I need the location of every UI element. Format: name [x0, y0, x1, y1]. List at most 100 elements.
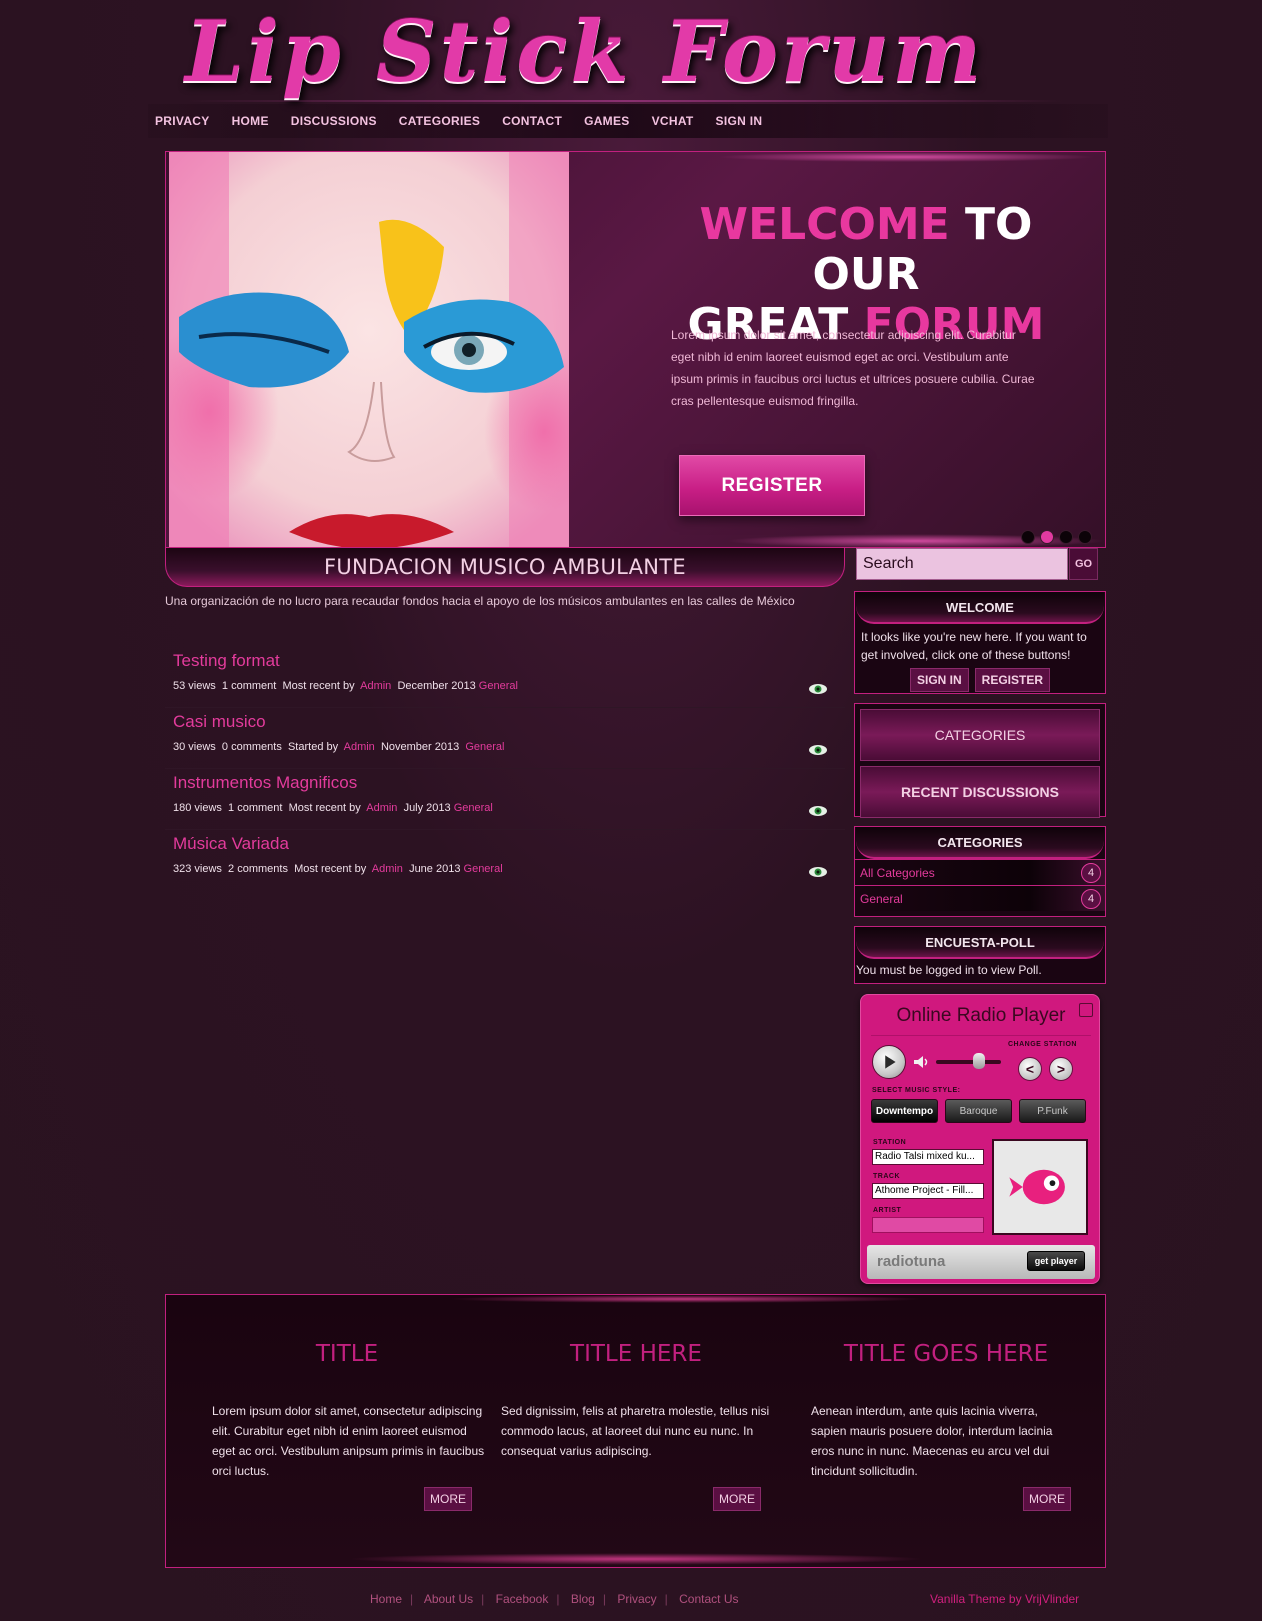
discussion-author[interactable]: Admin — [344, 741, 375, 753]
section-description: Una organización de no lucro para recaud… — [165, 594, 795, 608]
artist-label: ARTIST — [873, 1207, 902, 1214]
style-downtempo-button[interactable]: Downtempo — [871, 1099, 938, 1123]
sidebar-register-button[interactable]: REGISTER — [974, 668, 1050, 692]
nav-privacy[interactable]: PRIVACY — [155, 114, 210, 128]
category-row[interactable]: General 4 — [855, 885, 1105, 911]
slider-dot-1[interactable] — [1021, 530, 1035, 544]
discussion-author[interactable]: Admin — [372, 863, 403, 875]
welcome-box-title: WELCOME — [856, 592, 1104, 624]
discussion-category[interactable]: General — [465, 741, 504, 753]
sidebar-sign-in-button[interactable]: SIGN IN — [909, 668, 969, 692]
feature-text: Sed dignissim, felis at pharetra molesti… — [501, 1404, 770, 1458]
nav-sign-in[interactable]: SIGN IN — [716, 114, 763, 128]
slider-dot-3[interactable] — [1059, 530, 1073, 544]
discussion-author[interactable]: Admin — [360, 680, 391, 692]
eye-icon[interactable] — [808, 866, 828, 878]
radio-player: Online Radio Player CHANGE STATION < > S… — [860, 994, 1100, 1284]
discussion-category[interactable]: General — [479, 680, 518, 692]
discussion-meta: 323 views 2 comments Most recent by Admi… — [173, 863, 503, 875]
discussion-comments: 1 comment — [221, 680, 277, 692]
get-player-button[interactable]: get player — [1027, 1251, 1085, 1271]
section-title: FUNDACION MUSICO AMBULANTE — [323, 555, 687, 579]
category-row[interactable]: All Categories 4 — [855, 859, 1105, 885]
discussion-title[interactable]: Música Variada — [173, 834, 289, 854]
volume-icon[interactable] — [913, 1055, 931, 1069]
play-button[interactable] — [872, 1045, 906, 1079]
slider-dots — [1021, 530, 1092, 544]
slider-dot-2[interactable] — [1040, 530, 1054, 544]
category-count-badge: 4 — [1081, 862, 1101, 883]
discussion-category[interactable]: General — [464, 863, 503, 875]
hero-register-button[interactable]: REGISTER — [679, 455, 865, 516]
style-pfunk-button[interactable]: P.Funk — [1019, 1099, 1086, 1123]
features-glow — [446, 1295, 926, 1303]
theme-credit[interactable]: Vanilla Theme by VrijVlinder — [930, 1592, 1079, 1606]
nav-vchat[interactable]: VCHAT — [652, 114, 694, 128]
eye-icon[interactable] — [808, 805, 828, 817]
footer-link-home[interactable]: Home — [370, 1592, 402, 1606]
radio-footer: radiotuna get player — [867, 1245, 1095, 1279]
categories-button[interactable]: CATEGORIES — [860, 709, 1100, 761]
discussion-recent-label: Most recent by — [294, 863, 367, 875]
nav-home[interactable]: HOME — [232, 114, 269, 128]
select-style-label: SELECT MUSIC STYLE: — [872, 1087, 961, 1094]
discussion-title[interactable]: Instrumentos Magnificos — [173, 773, 357, 793]
discussion-recent-label: Most recent by — [288, 802, 361, 814]
slider-dot-4[interactable] — [1078, 530, 1092, 544]
discussion-date: June 2013 — [409, 863, 461, 875]
recent-discussions-button[interactable]: RECENT DISCUSSIONS — [860, 766, 1100, 818]
nav-categories[interactable]: CATEGORIES — [399, 114, 480, 128]
footer-link-about[interactable]: About Us — [424, 1592, 473, 1606]
nav-contact[interactable]: CONTACT — [502, 114, 562, 128]
footer-link-contact[interactable]: Contact Us — [679, 1592, 738, 1606]
volume-slider-knob[interactable] — [973, 1053, 985, 1069]
poll-text: You must be logged in to view Poll. — [856, 963, 1042, 977]
site-logo[interactable]: Lip Stick Forum — [185, 4, 1085, 100]
discussion-comments: 1 comment — [228, 802, 283, 814]
section-banner: FUNDACION MUSICO AMBULANTE — [165, 548, 845, 587]
album-art — [992, 1139, 1088, 1235]
category-label[interactable]: All Categories — [860, 866, 935, 880]
discussion-category[interactable]: General — [454, 802, 493, 814]
features-panel: TITLE Lorem ipsum dolor sit amet, consec… — [165, 1294, 1106, 1568]
hero-image — [169, 152, 569, 547]
footer-link-blog[interactable]: Blog — [571, 1592, 595, 1606]
category-count-badge: 4 — [1081, 888, 1101, 909]
radiotuna-logo[interactable]: radiotuna — [877, 1253, 945, 1270]
poll-box: ENCUESTA-POLL You must be logged in to v… — [854, 926, 1106, 984]
footer-link-privacy[interactable]: Privacy — [617, 1592, 656, 1606]
discussion-views: 180 views — [173, 802, 222, 814]
quick-links-box: CATEGORIES RECENT DISCUSSIONS — [854, 703, 1106, 818]
discussion-views: 53 views — [173, 680, 216, 692]
feature-more-button[interactable]: MORE — [713, 1487, 761, 1511]
play-icon — [885, 1055, 896, 1069]
discussion-title[interactable]: Casi musico — [173, 712, 266, 732]
discussion-comments: 0 comments — [221, 741, 282, 753]
nav-discussions[interactable]: DISCUSSIONS — [291, 114, 377, 128]
features-glow-bottom — [346, 1553, 926, 1565]
style-baroque-button[interactable]: Baroque — [945, 1099, 1012, 1123]
discussion-item: Testing format 53 views 1 comment Most r… — [165, 647, 845, 708]
next-station-button[interactable]: > — [1049, 1057, 1073, 1081]
prev-station-button[interactable]: < — [1018, 1057, 1042, 1081]
categories-box: CATEGORIES All Categories 4 General 4 — [854, 826, 1106, 917]
radio-title: Online Radio Player — [896, 1005, 1066, 1026]
nav-games[interactable]: GAMES — [584, 114, 630, 128]
feature-more-button[interactable]: MORE — [1023, 1487, 1071, 1511]
hero-slider: WELCOME TO OUR GREAT FORUM Lorem ipsum d… — [165, 151, 1106, 548]
volume-slider[interactable] — [936, 1060, 1001, 1064]
discussion-author[interactable]: Admin — [366, 802, 397, 814]
eye-icon[interactable] — [808, 744, 828, 756]
feature-more-button[interactable]: MORE — [424, 1487, 472, 1511]
main-nav: PRIVACY HOME DISCUSSIONS CATEGORIES CONT… — [148, 104, 1108, 138]
discussion-item: Música Variada 323 views 2 comments Most… — [165, 830, 845, 891]
eye-icon[interactable] — [808, 683, 828, 695]
discussion-title[interactable]: Testing format — [173, 651, 280, 671]
popout-icon[interactable] — [1079, 1003, 1093, 1017]
discussion-comments: 2 comments — [228, 863, 288, 875]
search-input[interactable]: Search — [856, 548, 1068, 580]
feature-title: TITLE GOES HERE — [843, 1341, 1049, 1367]
category-label[interactable]: General — [860, 892, 903, 906]
search-go-button[interactable]: GO — [1069, 548, 1098, 580]
footer-link-facebook[interactable]: Facebook — [496, 1592, 549, 1606]
